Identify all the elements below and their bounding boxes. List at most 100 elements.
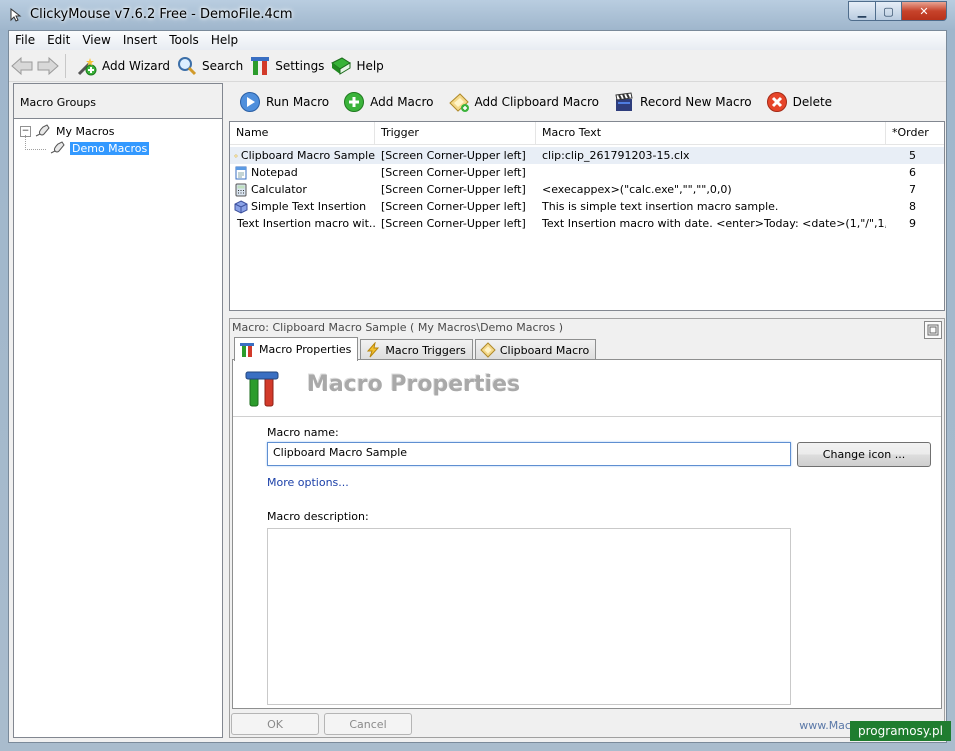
row-order: 6 [909,166,916,179]
group-tree: − My Macros Demo Macros [14,119,222,155]
tools-icon [239,342,255,358]
row-trigger: [Screen Corner-Upper left] [381,200,526,213]
row-name: Clipboard Macro Sample [240,149,375,162]
wand-icon [76,55,98,77]
tab-clipboard-macro[interactable]: Clipboard Macro [474,339,597,360]
app-icon [10,8,22,22]
clipboard-icon [234,153,238,158]
row-name-cell: Text Insertion macro wit... [230,217,375,231]
row-order: 8 [909,200,916,213]
row-name-cell: Notepad [230,166,375,180]
row-order: 5 [909,149,916,162]
delete-icon [766,91,788,113]
maximize-button[interactable]: ▢ [876,1,902,21]
cube-icon [234,199,248,214]
row-name: Notepad [251,166,298,179]
help-button[interactable]: Help [330,55,384,77]
back-button[interactable] [9,53,35,79]
macro-groups-header: Macro Groups [14,84,222,119]
table-row[interactable]: Calculator [Screen Corner-Upper left] <e… [230,181,944,198]
row-trigger: [Screen Corner-Upper left] [381,183,526,196]
dock-button[interactable] [924,321,942,339]
clapperboard-icon [613,91,635,113]
row-name-cell: Clipboard Macro Sample [230,149,375,163]
minimize-icon: ▁ [857,4,867,18]
column-name[interactable]: Name [230,122,375,144]
table-row[interactable]: Notepad [Screen Corner-Upper left] 6 [230,164,944,181]
macro-name-input[interactable]: Clipboard Macro Sample [267,442,791,466]
macro-name-label: Macro name: [267,426,339,439]
record-new-macro-button[interactable]: Record New Macro [613,91,752,113]
change-icon-button[interactable]: Change icon ... [797,442,931,467]
cancel-button[interactable]: Cancel [324,713,412,735]
add-macro-button[interactable]: Add Macro [343,91,434,113]
close-button[interactable]: ✕ [902,1,947,21]
tree-label-my-macros: My Macros [56,124,115,138]
window-title: ClickyMouse v7.6.2 Free - DemoFile.4cm [30,7,293,22]
row-name: Text Insertion macro wit... [237,217,375,230]
macro-action-bar: Run Macro Add Macro Add Clipboard Macro … [229,83,946,121]
forward-button[interactable] [35,53,61,79]
row-macro-text: clip:clip_261791203-15.clx [542,149,690,162]
table-row[interactable]: Simple Text Insertion [Screen Corner-Upp… [230,198,944,215]
macro-details-panel: Macro: Clipboard Macro Sample ( My Macro… [229,318,945,738]
row-trigger: [Screen Corner-Upper left] [381,166,526,179]
add-clipboard-macro-button[interactable]: Add Clipboard Macro [448,91,600,113]
menu-insert[interactable]: Insert [117,31,163,50]
tools-icon [249,55,271,77]
row-order: 7 [909,183,916,196]
search-icon [176,55,198,77]
settings-button[interactable]: Settings [249,55,324,77]
clipboard-add-icon [448,91,470,113]
row-macro-text: Text Insertion macro with date. <enter>T… [542,217,886,230]
add-clipboard-macro-label: Add Clipboard Macro [474,95,600,109]
menu-view[interactable]: View [76,31,116,50]
row-order: 9 [909,217,916,230]
macro-list: Name Trigger Macro Text *Order Clipboard… [229,121,945,311]
run-macro-button[interactable]: Run Macro [239,91,329,113]
column-order[interactable]: *Order [886,122,944,144]
properties-header: Macro Properties [233,360,941,417]
record-new-macro-label: Record New Macro [640,95,752,109]
column-trigger[interactable]: Trigger [375,122,536,144]
tree-node-demo-macros[interactable]: Demo Macros [50,141,150,155]
app-window: ClickyMouse v7.6.2 Free - DemoFile.4cm ▁… [0,0,955,751]
column-macro-text[interactable]: Macro Text [536,122,886,144]
macro-path: Macro: Clipboard Macro Sample ( My Macro… [232,321,564,334]
delete-button[interactable]: Delete [766,91,832,113]
notepad-icon [235,166,247,179]
table-row[interactable]: Clipboard Macro Sample [Screen Corner-Up… [230,147,944,164]
row-name: Simple Text Insertion [251,200,367,213]
menu-help[interactable]: Help [205,31,244,50]
tab-macro-triggers[interactable]: Macro Triggers [360,339,473,360]
macro-list-header: Name Trigger Macro Text *Order [230,122,944,145]
client-area: File Edit View Insert Tools Help Add Wiz… [8,30,947,743]
row-macro-text: This is simple text insertion macro samp… [542,200,779,213]
add-wizard-label: Add Wizard [102,59,170,73]
macro-groups-pane: Macro Groups − My Macros Demo Macros [13,83,223,738]
search-label: Search [201,59,244,73]
search-button[interactable]: Search [176,55,243,77]
tab-label: Macro Triggers [385,343,466,357]
tab-macro-properties[interactable]: Macro Properties [234,337,359,361]
minimize-button[interactable]: ▁ [848,1,876,21]
close-icon: ✕ [919,4,929,18]
row-name: Calculator [251,183,307,196]
properties-title: Macro Properties [307,372,521,397]
add-icon [343,91,365,113]
table-row[interactable]: Text Insertion macro wit... [Screen Corn… [230,215,944,232]
menu-edit[interactable]: Edit [41,31,76,50]
ok-button[interactable]: OK [231,713,319,735]
add-wizard-button[interactable]: Add Wizard [76,55,170,77]
tools-icon [245,371,279,407]
more-options-link[interactable]: More options... [267,476,349,489]
mouse-icon [50,141,65,154]
title-bar[interactable]: ClickyMouse v7.6.2 Free - DemoFile.4cm ▁… [0,0,955,30]
dock-icon [927,324,939,336]
macro-description-input[interactable] [267,528,791,705]
watermark-badge: programosy.pl [850,721,951,741]
menu-bar: File Edit View Insert Tools Help [9,31,946,50]
menu-tools[interactable]: Tools [163,31,205,50]
menu-file[interactable]: File [9,31,41,50]
clipboard-icon [480,342,496,358]
